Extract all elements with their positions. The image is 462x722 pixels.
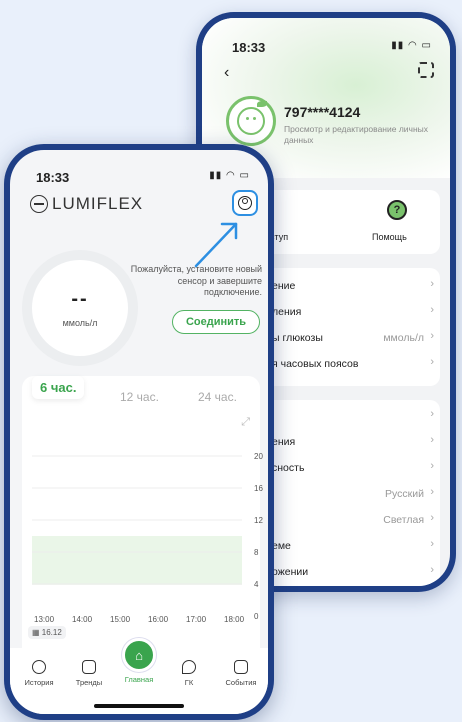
x-tick-label: 18:00 (224, 615, 245, 624)
y-tick-label: 0 (254, 612, 259, 621)
chevron-right-icon: › (430, 512, 434, 524)
home-indicator (94, 704, 184, 708)
chevron-right-icon: › (430, 434, 434, 446)
tab-12h[interactable]: 12 час. (120, 390, 159, 404)
nav-trends[interactable]: Тренды (64, 660, 114, 687)
settings-row-value: Русский (385, 488, 424, 500)
chevron-right-icon: › (430, 564, 434, 576)
history-icon (32, 660, 46, 674)
nav-label: Тренды (75, 678, 103, 687)
glucose-chart-card: 20 16 12 8 4 0 13:00 14:00 15:00 16:00 17:00 18:00 … (22, 376, 263, 660)
logo-mark-icon (30, 195, 48, 213)
connect-button[interactable]: Соединить (172, 310, 260, 334)
pointer-arrow-icon (194, 222, 238, 268)
chevron-right-icon: › (430, 408, 434, 420)
chevron-right-icon: › (430, 486, 434, 498)
x-tick-label: 13:00 (34, 615, 55, 624)
nav-gk[interactable]: ГК (164, 660, 214, 687)
glucose-gauge: -- ммоль/л (32, 260, 128, 356)
home-icon: ⌂ (122, 638, 156, 672)
settings-row-value: ммоль/л (383, 332, 424, 344)
settings-row-label: я часовых поясов (272, 358, 359, 370)
quick-help-label[interactable]: Помощь (372, 232, 407, 242)
y-tick-label: 12 (254, 516, 263, 525)
back-chevron-icon[interactable]: ‹ (224, 64, 229, 82)
settings-row-label: ожении (272, 566, 309, 578)
y-tick-label: 16 (254, 484, 263, 493)
y-tick-label: 20 (254, 452, 263, 461)
avatar-face-icon (237, 101, 267, 135)
settings-row-value: Светлая (383, 514, 424, 526)
tab-24h[interactable]: 24 час. (198, 390, 237, 404)
x-tick-label: 14:00 (72, 615, 93, 624)
status-time: 18:33 (36, 170, 70, 185)
glucose-unit: ммоль/л (62, 318, 98, 328)
y-tick-label: 4 (254, 580, 259, 589)
chevron-right-icon: › (430, 460, 434, 472)
events-icon (234, 660, 248, 674)
user-subtitle: Просмотр и редактирование личных данных (284, 124, 429, 145)
settings-row-label: ения (272, 436, 296, 448)
profile-icon (238, 196, 252, 210)
settings-row-label: сность (272, 462, 305, 474)
chevron-right-icon: › (430, 304, 434, 316)
nav-label: История (24, 678, 54, 687)
y-tick-label: 8 (254, 548, 259, 557)
settings-row-label: ления (272, 306, 302, 318)
date-label: 16.12 (41, 628, 62, 637)
chevron-right-icon: › (430, 538, 434, 550)
x-tick-label: 17:00 (186, 615, 207, 624)
nav-label: События (225, 678, 257, 687)
nav-home[interactable]: ⌂ Главная (114, 638, 164, 684)
settings-row-label: ы глюкозы (272, 332, 323, 344)
chevron-right-icon: › (430, 278, 434, 290)
status-icons: ▮▮ ◠ ▭ (391, 40, 432, 51)
app-logo: LUMIFLEX (30, 194, 143, 214)
nav-label: Главная (124, 675, 154, 684)
nav-events[interactable]: События (216, 660, 266, 687)
settings-row-label: еме (272, 540, 291, 552)
avatar[interactable] (226, 96, 276, 146)
chevron-right-icon: › (430, 330, 434, 342)
target-range-band (32, 536, 242, 585)
glucose-chart: 20 16 12 8 4 0 13:00 14:00 15:00 16:00 17:00 18:00 (32, 452, 263, 624)
date-chip: ▦ 16.12 (28, 626, 66, 639)
logo-text: LUMIFLEX (52, 194, 144, 213)
user-phone[interactable]: 797****4124 (284, 104, 360, 120)
status-time: 18:33 (232, 40, 266, 55)
trends-icon (82, 660, 96, 674)
help-icon[interactable]: ? (387, 200, 407, 220)
bottom-tabbar: История Тренды ⌂ Главная ГК События (10, 638, 268, 714)
settings-row-label: ение (272, 280, 296, 292)
chevron-right-icon: › (430, 356, 434, 368)
drop-icon (182, 660, 196, 674)
scan-icon[interactable] (418, 62, 434, 78)
expand-icon[interactable]: ⤢ (241, 416, 250, 429)
status-icons: ▮▮ ◠ ▭ (209, 170, 250, 181)
tab-6h[interactable]: 6 час. (32, 376, 85, 399)
glucose-value: -- (71, 288, 89, 310)
x-tick-label: 15:00 (110, 615, 131, 624)
nav-label: ГК (184, 678, 194, 687)
nav-history[interactable]: История (14, 660, 64, 687)
x-tick-label: 16:00 (148, 615, 169, 624)
